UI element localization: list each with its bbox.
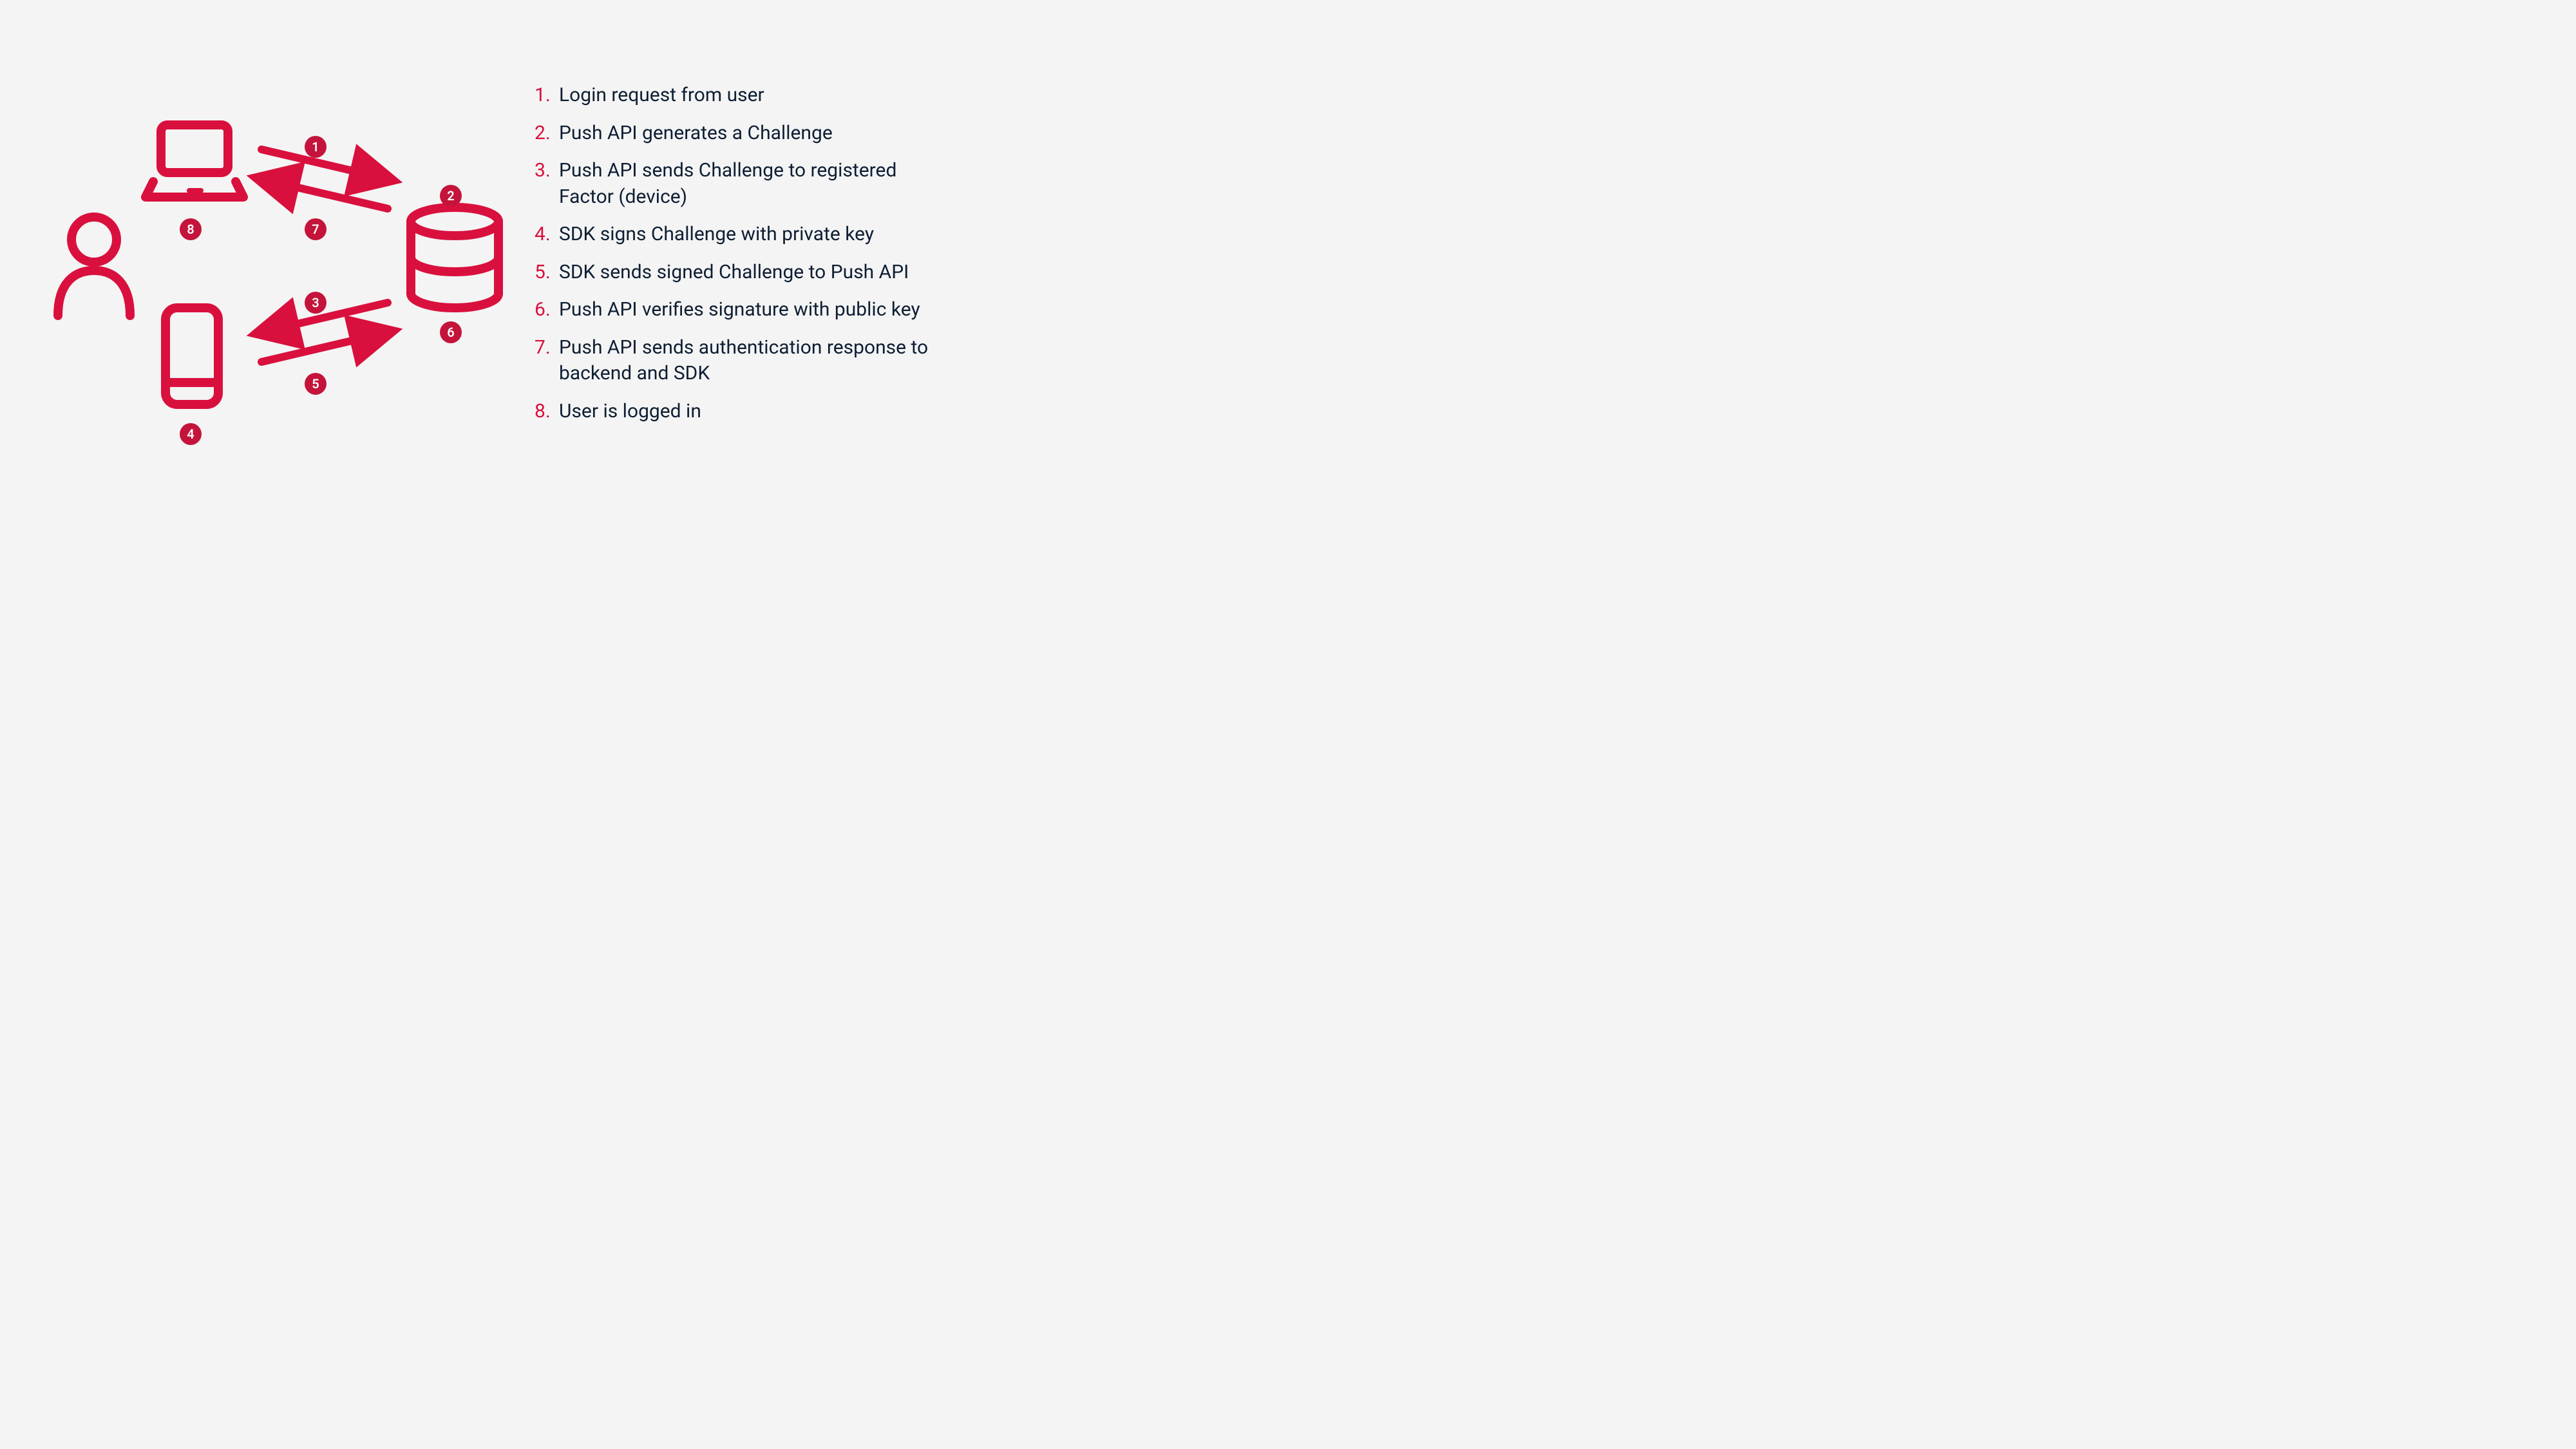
- badge-8: 8: [180, 218, 202, 240]
- badge-4: 4: [180, 423, 202, 445]
- database-icon: [411, 207, 498, 308]
- legend-text: Push API sends authentication response t…: [559, 335, 947, 387]
- badge-3: 3: [305, 292, 327, 314]
- arrow-7: [261, 179, 388, 209]
- legend-number: 5.: [535, 260, 559, 286]
- legend-item-6: 6. Push API verifies signature with publ…: [535, 297, 947, 323]
- legend-number: 8.: [535, 399, 559, 425]
- legend-item-1: 1. Login request from user: [535, 82, 947, 109]
- legend-number: 2.: [535, 120, 559, 147]
- legend-text: Push API sends Challenge to registered F…: [559, 158, 947, 210]
- badge-7: 7: [305, 218, 327, 240]
- phone-icon: [166, 308, 218, 404]
- legend-number: 7.: [535, 335, 559, 361]
- legend-item-8: 8. User is logged in: [535, 399, 947, 425]
- legend-item-2: 2. Push API generates a Challenge: [535, 120, 947, 147]
- legend-text: Push API verifies signature with public …: [559, 297, 920, 323]
- badge-6: 6: [440, 321, 462, 343]
- legend-text: SDK sends signed Challenge to Push API: [559, 260, 909, 286]
- legend-text: Login request from user: [559, 82, 764, 109]
- user-icon: [58, 217, 130, 316]
- diagram-svg: [0, 0, 515, 556]
- diagram-canvas: 1 2 3 4 5 6 7 8 1. Login request from us…: [0, 0, 989, 556]
- legend-item-7: 7. Push API sends authentication respons…: [535, 335, 947, 387]
- legend-number: 1.: [535, 82, 559, 109]
- legend-text: Push API generates a Challenge: [559, 120, 833, 147]
- legend-number: 3.: [535, 158, 559, 184]
- laptop-icon: [146, 125, 243, 197]
- legend-number: 4.: [535, 222, 559, 248]
- badge-1: 1: [305, 136, 327, 158]
- arrow-5: [261, 332, 388, 362]
- arrow-1: [261, 149, 388, 179]
- legend-item-4: 4. SDK signs Challenge with private key: [535, 222, 947, 248]
- legend-item-3: 3. Push API sends Challenge to registere…: [535, 158, 947, 210]
- legend-number: 6.: [535, 297, 559, 323]
- legend-text: User is logged in: [559, 399, 701, 425]
- legend-item-5: 5. SDK sends signed Challenge to Push AP…: [535, 260, 947, 286]
- legend-list: 1. Login request from user 2. Push API g…: [535, 82, 947, 436]
- legend-text: SDK signs Challenge with private key: [559, 222, 874, 248]
- badge-5: 5: [305, 373, 327, 395]
- badge-2: 2: [440, 185, 462, 207]
